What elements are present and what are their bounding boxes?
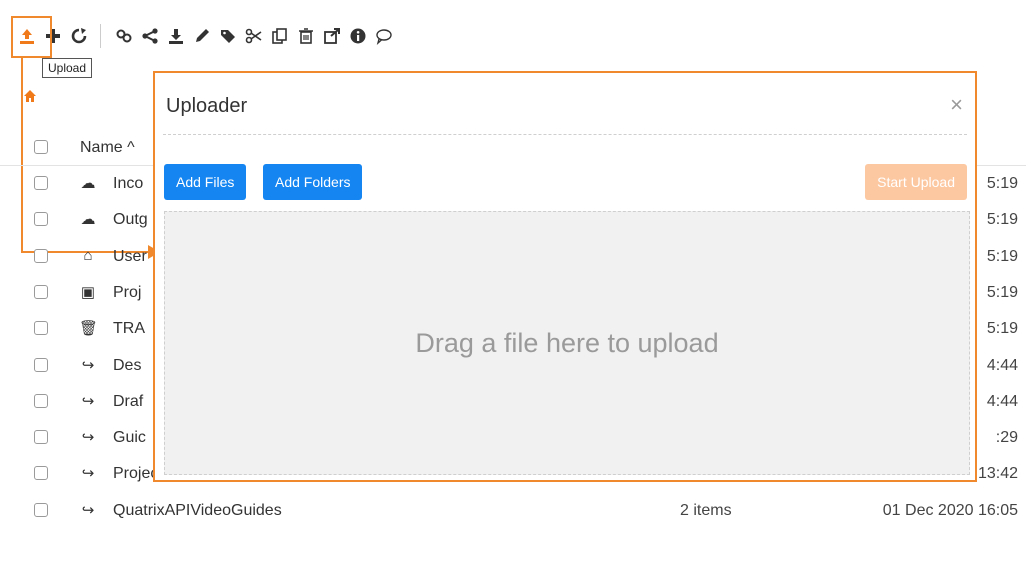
drop-zone-text: Drag a file here to upload [415, 327, 719, 358]
row-date: 4:44 [986, 356, 1018, 374]
tag-icon[interactable] [215, 23, 241, 49]
refresh-icon[interactable] [66, 23, 92, 49]
row-date: 5:19 [986, 283, 1018, 301]
close-icon[interactable]: × [950, 94, 963, 116]
modal-divider [163, 134, 967, 135]
row-name[interactable]: Draf [113, 393, 143, 411]
project-icon: ▣ [80, 283, 96, 301]
row-name[interactable]: Guic [113, 429, 146, 447]
row-date: 5:19 [986, 247, 1018, 265]
row-name[interactable]: User [113, 248, 147, 266]
external-share-icon[interactable] [319, 23, 345, 49]
select-all-checkbox[interactable] [34, 140, 48, 154]
row-name[interactable]: Des [113, 357, 141, 375]
row-date: 01 Dec 2020 16:05 [882, 501, 1018, 519]
pencil-icon[interactable] [189, 23, 215, 49]
cloud-upload-icon: ☁ [80, 211, 96, 229]
row-checkbox[interactable] [34, 212, 48, 227]
row-name[interactable]: Inco [113, 175, 143, 193]
link-icon[interactable] [111, 23, 137, 49]
add-files-button[interactable]: Add Files [164, 164, 247, 200]
row-date: 4:44 [986, 392, 1018, 410]
list-item[interactable]: ↪ QuatrixAPIVideoGuides 2 items 01 Dec 2020… [0, 493, 1026, 529]
uploader-modal: Uploader × Add Files Add Folders Start U… [153, 71, 977, 482]
row-date: 5:19 [986, 320, 1018, 338]
row-checkbox[interactable] [34, 321, 48, 336]
row-checkbox[interactable] [34, 430, 48, 445]
upload-tooltip: Upload [42, 58, 93, 78]
row-checkbox[interactable] [34, 466, 48, 481]
download-icon[interactable] [163, 23, 189, 49]
row-date: 5:19 [986, 175, 1018, 192]
info-icon[interactable] [345, 23, 371, 49]
upload-highlight-box [11, 16, 52, 58]
start-upload-button[interactable]: Start Upload [865, 164, 967, 200]
copy-icon[interactable] [267, 23, 293, 49]
shared-folder-icon: ↪ [81, 501, 95, 519]
row-date: 5:19 [986, 211, 1018, 229]
row-size: 2 items [680, 501, 732, 519]
row-checkbox[interactable] [34, 393, 48, 408]
row-name[interactable]: QuatrixAPIVideoGuides [113, 502, 282, 520]
row-checkbox[interactable] [34, 284, 48, 299]
drop-zone[interactable]: Drag a file here to upload [164, 211, 970, 475]
add-folders-button[interactable]: Add Folders [263, 164, 363, 200]
trash-icon: 🗑 [79, 320, 99, 338]
modal-title: Uploader [166, 95, 248, 117]
row-checkbox[interactable] [34, 502, 48, 517]
row-name[interactable]: TRA [113, 320, 145, 338]
scissors-icon[interactable] [241, 23, 267, 49]
name-column-header[interactable]: Name ^ [80, 139, 135, 157]
row-checkbox[interactable] [34, 176, 48, 190]
home-breadcrumb-icon[interactable] [23, 89, 37, 106]
row-checkbox[interactable] [34, 357, 48, 372]
share-icon[interactable] [137, 23, 163, 49]
shared-folder-icon: ↪ [81, 356, 95, 374]
trash-icon[interactable] [293, 23, 319, 49]
comment-icon[interactable] [371, 23, 397, 49]
row-checkbox[interactable] [34, 248, 48, 263]
shared-folder-icon: ↪ [81, 465, 95, 483]
row-name[interactable]: Outg [113, 211, 148, 229]
row-date: :29 [995, 429, 1018, 447]
home-icon: ⌂ [83, 246, 93, 264]
cloud-upload-icon: ☁ [80, 175, 96, 192]
shared-folder-icon: ↪ [81, 429, 95, 447]
row-name[interactable]: Proj [113, 284, 141, 302]
shared-folder-icon: ↪ [81, 392, 95, 410]
toolbar [14, 22, 397, 50]
toolbar-divider [100, 24, 101, 48]
